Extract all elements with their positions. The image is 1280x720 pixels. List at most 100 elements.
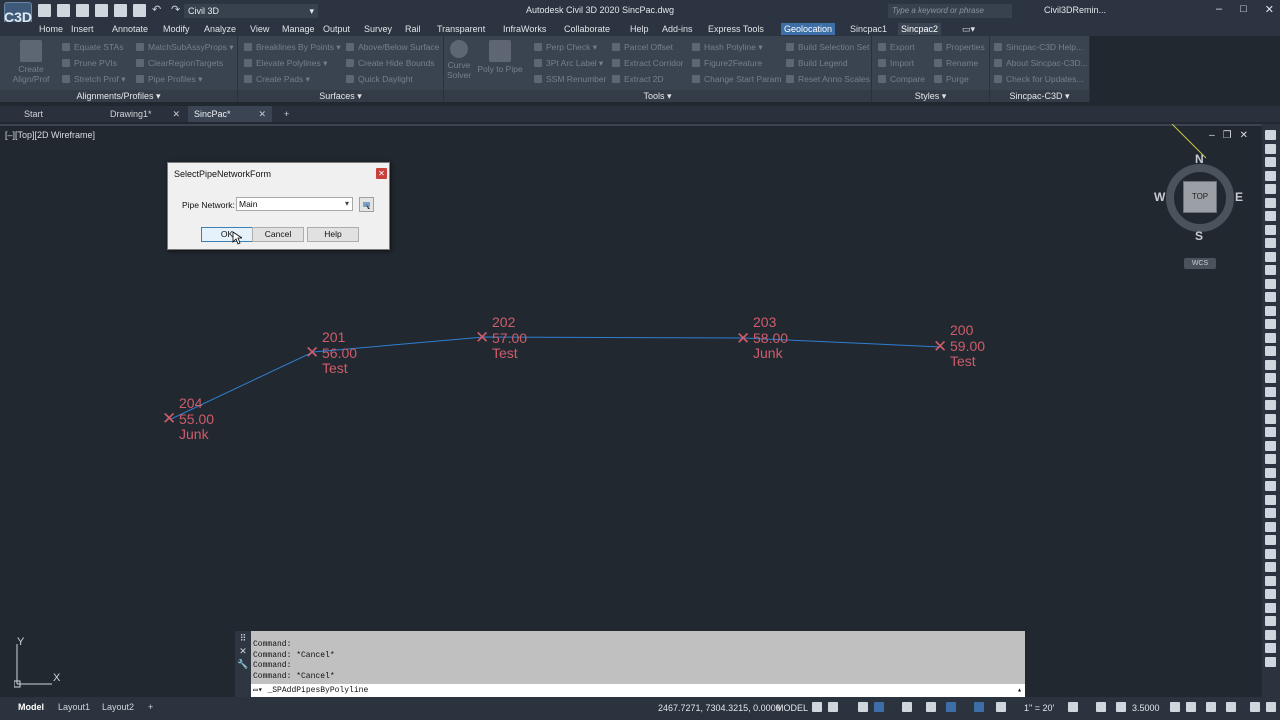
ribbon-options-icon[interactable]: ▭▾: [959, 23, 978, 35]
fullscreen-icon[interactable]: [1170, 702, 1180, 712]
pick-from-drawing-button[interactable]: [359, 197, 374, 212]
menu-icon[interactable]: [1250, 702, 1260, 712]
tab-layout1[interactable]: Layout1: [54, 700, 94, 714]
elevate-polylines-button[interactable]: Elevate Polylines ▾: [244, 57, 327, 69]
tool-palette-icon[interactable]: [1265, 643, 1276, 653]
tab-modify[interactable]: Modify: [160, 23, 193, 35]
tool-palette-icon[interactable]: [1265, 508, 1276, 518]
tool-palette-icon[interactable]: [1265, 251, 1276, 262]
pipe-network-select[interactable]: Main ▾: [236, 197, 353, 211]
tab-sincpac[interactable]: SincPac* ✕: [188, 106, 272, 122]
close-icon[interactable]: ✕: [235, 646, 251, 657]
build-selection-set-button[interactable]: Build Selection Set: [786, 41, 869, 53]
purge-button[interactable]: Purge: [934, 73, 969, 85]
command-window-handle[interactable]: ⠿ ✕ 🔧: [235, 631, 251, 698]
equate-stas-button[interactable]: Equate STAs: [62, 41, 123, 53]
three-pt-arc-label-button[interactable]: 3Pt Arc Label ▾: [534, 57, 603, 69]
customization-icon[interactable]: [1226, 702, 1236, 712]
expand-icon[interactable]: [1266, 702, 1276, 712]
tool-palette-icon[interactable]: [1265, 602, 1276, 613]
create-align-prof-button[interactable]: Create Align/Prof: [8, 40, 54, 84]
tool-palette-icon[interactable]: [1265, 184, 1276, 194]
tool-palette-icon[interactable]: [1265, 575, 1276, 586]
tool-palette-icon[interactable]: [1265, 157, 1276, 167]
prune-pvis-button[interactable]: Prune PVIs: [62, 57, 117, 69]
tool-palette-icon[interactable]: [1265, 224, 1276, 235]
tab-help[interactable]: Help: [627, 23, 652, 35]
tab-manage[interactable]: Manage: [279, 23, 318, 35]
tab-rail[interactable]: Rail: [402, 23, 424, 35]
tab-annotate[interactable]: Annotate: [109, 23, 151, 35]
tool-palette-icon[interactable]: [1265, 319, 1276, 329]
wcs-menu[interactable]: WCS: [1184, 258, 1216, 269]
structure-symbol[interactable]: ✕: [162, 410, 176, 427]
tool-palette-icon[interactable]: [1265, 589, 1276, 599]
tab-transparent[interactable]: Transparent: [434, 23, 488, 35]
new-icon[interactable]: [38, 4, 51, 17]
properties-button[interactable]: Properties: [934, 41, 985, 53]
model-space-toggle[interactable]: MODEL: [776, 703, 808, 713]
plot-icon[interactable]: [114, 4, 127, 17]
tool-palette-icon[interactable]: [1265, 535, 1276, 545]
compass-west[interactable]: W: [1154, 190, 1165, 204]
object-snap-icon[interactable]: [946, 702, 956, 712]
structure-label[interactable]: 201 56.00 Test: [322, 329, 357, 377]
tool-palette-icon[interactable]: [1265, 481, 1276, 491]
tab-view[interactable]: View: [247, 23, 272, 35]
isolate-icon[interactable]: [1116, 702, 1126, 712]
structure-symbol[interactable]: ✕: [475, 329, 489, 346]
tool-palette-icon[interactable]: [1265, 400, 1276, 410]
tool-palette-icon[interactable]: [1265, 413, 1276, 424]
object-snap-tracking-icon[interactable]: [926, 702, 936, 712]
tab-start[interactable]: Start: [18, 106, 96, 122]
redo-icon[interactable]: ↷: [171, 4, 184, 17]
tool-palette-icon[interactable]: [1265, 616, 1276, 626]
about-sincpac-button[interactable]: About Sincpac-C3D...: [994, 57, 1088, 69]
compass-south[interactable]: S: [1195, 229, 1203, 243]
rename-button[interactable]: Rename: [934, 57, 978, 69]
tool-palette-icon[interactable]: [1265, 629, 1276, 640]
ok-button[interactable]: OK: [201, 227, 253, 242]
parcel-offset-button[interactable]: Parcel Offset: [612, 41, 673, 53]
grid-icon[interactable]: [812, 702, 822, 712]
change-start-param-button[interactable]: Change Start Param: [692, 73, 781, 85]
add-layout-button[interactable]: +: [144, 700, 157, 714]
maximize-button[interactable]: □: [1240, 3, 1247, 16]
sincpac-help-button[interactable]: Sincpac-C3D Help...: [994, 41, 1083, 53]
annotation-visibility-icon[interactable]: [996, 702, 1006, 712]
tab-add-ins[interactable]: Add-ins: [659, 23, 696, 35]
tab-infraworks[interactable]: InfraWorks: [500, 23, 549, 35]
extract-2d-button[interactable]: Extract 2D: [612, 73, 664, 85]
hash-polyline-button[interactable]: Hash Polyline ▾: [692, 41, 763, 53]
tool-palette-icon[interactable]: [1265, 332, 1276, 343]
tab-insert[interactable]: Insert: [68, 23, 97, 35]
above-below-surface-button[interactable]: Above/Below Surface: [346, 41, 439, 53]
user-account[interactable]: Civil3DRemin...: [1044, 5, 1106, 15]
stretch-prof-button[interactable]: Stretch Prof ▾: [62, 73, 126, 85]
build-legend-button[interactable]: Build Legend: [786, 57, 848, 69]
ortho-icon[interactable]: [858, 702, 868, 712]
tool-palette-icon[interactable]: [1265, 454, 1276, 464]
tool-palette-icon[interactable]: [1265, 211, 1276, 221]
open-icon[interactable]: [57, 4, 70, 17]
polar-icon[interactable]: [874, 702, 884, 712]
structure-symbol[interactable]: ✕: [305, 344, 319, 361]
print-icon[interactable]: [133, 4, 146, 17]
minimize-button[interactable]: –: [1216, 3, 1222, 16]
breaklines-by-points-button[interactable]: Breaklines By Points ▾: [244, 41, 341, 53]
gear-icon[interactable]: [1068, 702, 1078, 712]
tool-palette-icon[interactable]: [1265, 440, 1276, 451]
tool-palette-icon[interactable]: [1265, 170, 1276, 181]
tool-palette-icon[interactable]: [1265, 305, 1276, 316]
undo-icon[interactable]: ↶: [152, 4, 165, 17]
tool-palette-icon[interactable]: [1265, 373, 1276, 383]
tool-palette-icon[interactable]: [1265, 359, 1276, 370]
viewcube-top-face[interactable]: TOP: [1183, 181, 1217, 213]
close-icon[interactable]: ✕: [258, 106, 266, 122]
structure-label[interactable]: 204 55.00 Junk: [179, 395, 214, 443]
tool-palette-icon[interactable]: [1265, 562, 1276, 572]
compare-button[interactable]: Compare: [878, 73, 925, 85]
structure-symbol[interactable]: ✕: [736, 330, 750, 347]
ssm-renumber-button[interactable]: SSM Renumber: [534, 73, 606, 85]
tool-palette-icon[interactable]: [1265, 494, 1276, 505]
